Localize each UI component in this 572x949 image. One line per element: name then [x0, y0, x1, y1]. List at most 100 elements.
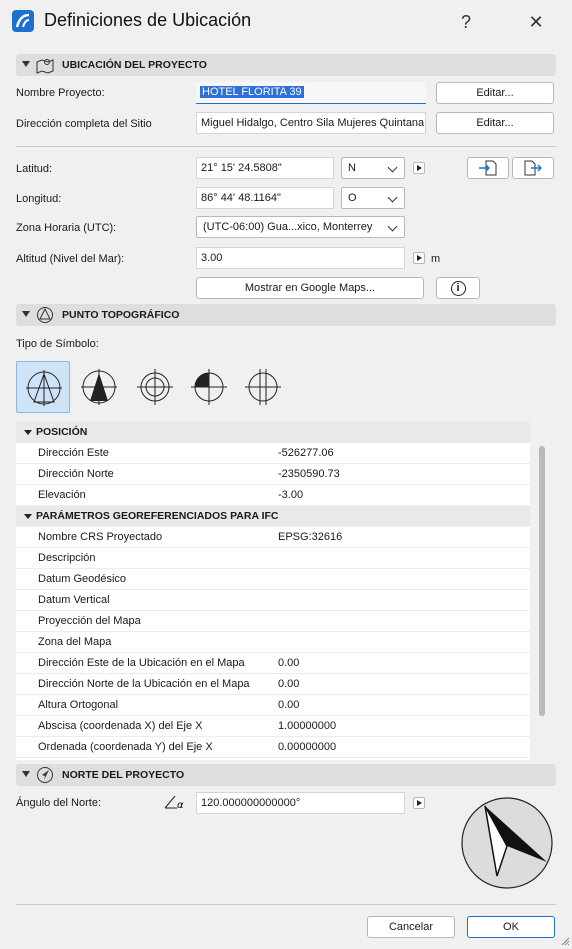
property-value[interactable]: -2350590.73: [278, 468, 340, 480]
north-angle-input[interactable]: 120.000000000000°: [196, 792, 405, 814]
property-name: Dirección Este de la Ubicación en el Map…: [38, 657, 245, 669]
property-name: Datum Vertical: [38, 594, 110, 606]
property-name: Dirección Norte de la Ubicación en el Ma…: [38, 678, 250, 690]
table-row[interactable]: Dirección Norte de la Ubicación en el Ma…: [16, 674, 530, 695]
latitude-hemisphere-select[interactable]: N: [341, 157, 405, 179]
site-address-field[interactable]: Miguel Hidalgo, Centro Sila Mujeres Quin…: [196, 112, 426, 134]
survey-symbol-2-icon: [81, 369, 117, 405]
property-name: Dirección Este: [38, 447, 109, 459]
table-row[interactable]: Altura Ortogonal 0.00: [16, 695, 530, 716]
angle-alpha-icon: α: [163, 793, 191, 811]
property-value[interactable]: 0.00000000: [278, 741, 336, 753]
table-row[interactable]: Zona del Mapa: [16, 632, 530, 653]
table-group-header[interactable]: PARÁMETROS GEOREFERENCIADOS PARA IFC: [16, 506, 530, 527]
section-project-north[interactable]: NORTE DEL PROYECTO: [16, 764, 556, 786]
survey-symbol-5-icon: [245, 369, 281, 405]
property-name: Abscisa (coordenada X) del Eje X: [38, 720, 203, 732]
survey-symbol-1-icon: [26, 370, 62, 406]
altitude-input[interactable]: 3.00: [196, 247, 405, 269]
survey-symbol-option-5[interactable]: [236, 361, 290, 413]
project-name-field[interactable]: HOTEL FLORITA 39: [196, 82, 426, 104]
property-name: Descripción: [38, 552, 96, 564]
section-title: NORTE DEL PROYECTO: [62, 769, 185, 781]
site-address-label: Dirección completa del Sitio: [16, 118, 152, 130]
show-google-maps-button[interactable]: Mostrar en Google Maps...: [196, 277, 424, 299]
table-row[interactable]: Abscisa (coordenada X) del Eje X 1.000000…: [16, 716, 530, 737]
resize-grip-icon[interactable]: [560, 936, 570, 946]
svg-text:α: α: [177, 800, 184, 811]
section-title: PUNTO TOPOGRÁFICO: [62, 309, 180, 321]
export-file-icon: [524, 160, 542, 176]
survey-properties-table[interactable]: POSICIÓN Dirección Este -526277.06 Direcció…: [16, 422, 530, 760]
project-name-label: Nombre Proyecto:: [16, 87, 105, 99]
altitude-unit: m: [431, 253, 441, 265]
expand-triangle-icon[interactable]: [24, 514, 32, 519]
edit-site-address-button[interactable]: Editar...: [436, 112, 554, 134]
help-button[interactable]: ?: [452, 8, 480, 36]
map-location-icon: [36, 56, 54, 74]
property-value[interactable]: 1.00000000: [278, 720, 336, 732]
survey-symbol-option-2[interactable]: [72, 361, 126, 413]
import-location-button[interactable]: [467, 157, 509, 179]
latitude-label: Latitud:: [16, 163, 53, 175]
north-compass-dial[interactable]: [459, 796, 555, 890]
table-row[interactable]: Ordenada (coordenada Y) del Eje X 0.00000…: [16, 737, 530, 758]
group-title: PARÁMETROS GEOREFERENCIADOS PARA IFC: [36, 510, 279, 522]
latitude-arrow-button[interactable]: [413, 162, 425, 174]
divider: [16, 904, 556, 905]
latitude-input[interactable]: 21° 15' 24.5808": [196, 157, 334, 179]
survey-symbol-option-1[interactable]: [16, 361, 70, 413]
close-button[interactable]: ✕: [522, 8, 550, 36]
north-angle-arrow-button[interactable]: [413, 797, 425, 809]
expand-triangle-icon[interactable]: [24, 430, 32, 435]
survey-point-icon: [36, 306, 54, 324]
cancel-button[interactable]: Cancelar: [367, 916, 455, 938]
timezone-select[interactable]: (UTC-06:00) Gua...xico, Monterrey: [196, 216, 405, 238]
table-row[interactable]: Nombre CRS Proyectado EPSG:32616: [16, 527, 530, 548]
table-row[interactable]: Datum Geodésico: [16, 569, 530, 590]
property-value[interactable]: 0.00: [278, 678, 299, 690]
property-name: Proyección del Mapa: [38, 615, 141, 627]
property-value[interactable]: EPSG:32616: [278, 531, 342, 543]
import-file-icon: [479, 160, 497, 176]
collapse-triangle-icon[interactable]: [22, 311, 30, 317]
table-group-header[interactable]: POSICIÓN: [16, 422, 530, 443]
survey-symbol-option-3[interactable]: [128, 361, 182, 413]
section-title: UBICACIÓN DEL PROYECTO: [62, 59, 207, 71]
edit-project-name-button[interactable]: Editar...: [436, 82, 554, 104]
chevron-down-icon: [387, 192, 398, 203]
table-row[interactable]: Datum Vertical: [16, 590, 530, 611]
table-row[interactable]: Proyección del Mapa: [16, 611, 530, 632]
window-title: Definiciones de Ubicación: [44, 10, 252, 30]
longitude-input[interactable]: 86° 44' 48.1164": [196, 187, 334, 209]
table-row[interactable]: Dirección Este -526277.06: [16, 443, 530, 464]
group-title: POSICIÓN: [36, 426, 88, 438]
table-row[interactable]: Dirección Norte -2350590.73: [16, 464, 530, 485]
timezone-label: Zona Horaria (UTC):: [16, 222, 117, 234]
compass-icon: [36, 766, 54, 784]
property-value[interactable]: 0.00: [278, 657, 299, 669]
property-value[interactable]: -3.00: [278, 489, 303, 501]
table-scrollbar[interactable]: [539, 446, 545, 716]
info-button[interactable]: i: [436, 277, 480, 299]
property-value[interactable]: 0.00: [278, 699, 299, 711]
property-value[interactable]: -526277.06: [278, 447, 334, 459]
table-row[interactable]: Dirección Este de la Ubicación en el Map…: [16, 653, 530, 674]
archicad-logo-icon: [12, 10, 34, 32]
table-row[interactable]: Descripción: [16, 548, 530, 569]
ok-button[interactable]: OK: [467, 916, 555, 938]
altitude-arrow-button[interactable]: [413, 252, 425, 264]
longitude-hemisphere-select[interactable]: O: [341, 187, 405, 209]
property-name: Dirección Norte: [38, 468, 114, 480]
survey-symbol-option-4[interactable]: [182, 361, 236, 413]
section-survey-point[interactable]: PUNTO TOPOGRÁFICO: [16, 304, 556, 326]
collapse-triangle-icon[interactable]: [22, 61, 30, 67]
chevron-down-icon: [387, 162, 398, 173]
table-row[interactable]: Elevación -3.00: [16, 485, 530, 506]
collapse-triangle-icon[interactable]: [22, 771, 30, 777]
divider: [16, 146, 556, 147]
altitude-label: Altitud (Nivel del Mar):: [16, 253, 125, 265]
section-project-location[interactable]: UBICACIÓN DEL PROYECTO: [16, 54, 556, 76]
export-location-button[interactable]: [512, 157, 554, 179]
info-icon: i: [450, 281, 466, 296]
